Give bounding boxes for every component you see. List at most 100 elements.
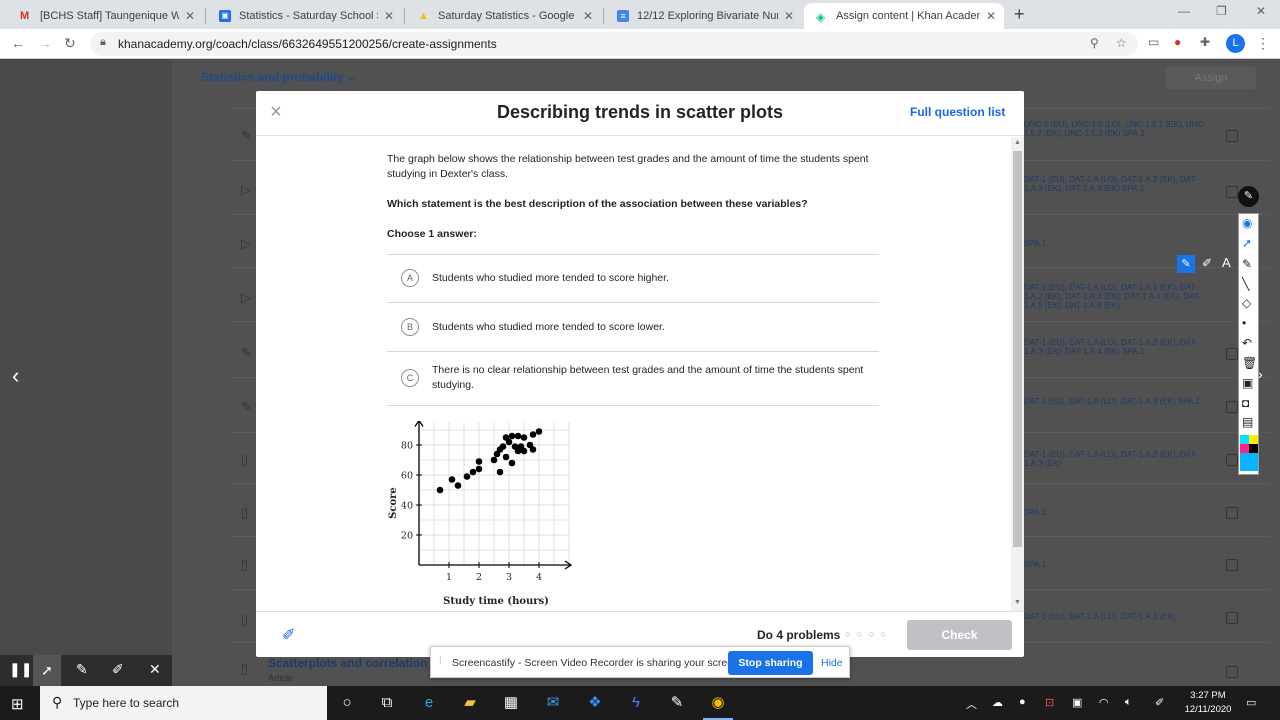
scratchpad-icon[interactable]: ✐ [282,625,295,645]
scroll-down-icon[interactable]: ▼ [1014,599,1021,606]
breadcrumb[interactable]: Statistics and probability ⌄ [201,70,357,84]
marker-icon[interactable]: ✐ [1202,256,1212,270]
onedrive-icon[interactable]: ☁ [992,696,1003,709]
tab-google-drive[interactable]: ▲ Saturday Statistics - Google Drive ✕ [406,3,601,29]
store-icon[interactable]: ▦ [499,692,523,714]
previous-arrow-icon[interactable]: ‹ [12,363,19,389]
tab-google-doc[interactable]: ≡ 12/12 Exploring Bivariate Numer ✕ [605,3,802,29]
tab-close-icon[interactable]: ✕ [784,9,794,23]
pause-icon[interactable]: ❚❚ [9,661,32,678]
scrollbar[interactable]: ▲ ▼ [1011,137,1024,611]
screencastify-icon[interactable]: ● [1174,35,1181,49]
hide-link[interactable]: Hide [821,657,843,669]
camera-icon[interactable]: ◘ [1242,396,1249,410]
text-tool-icon[interactable]: A [1222,255,1231,270]
windows-start-icon[interactable]: ⊞ [11,695,24,713]
row-checkbox[interactable] [1226,612,1238,624]
dot-icon[interactable]: • [1242,316,1246,330]
row-checkbox[interactable] [1226,507,1238,519]
notes-icon[interactable]: ▤ [1242,415,1253,429]
tab-statistics-classroom[interactable]: ▣ Statistics - Saturday School Satu ✕ [207,3,402,29]
pointer-icon[interactable]: ➚ [33,655,61,686]
tab-close-icon[interactable]: ✕ [384,9,394,23]
extensions-puzzle-icon[interactable]: ✚ [1200,35,1210,49]
color-blue[interactable] [1240,453,1258,471]
eye-icon[interactable]: ◉ [1242,216,1252,230]
next-arrow-icon[interactable]: › [1258,366,1263,382]
answer-option-a[interactable]: A Students who studied more tended to sc… [387,269,879,287]
trash-icon[interactable]: 🗑︎ [1242,356,1257,370]
tab-bchs-staff[interactable]: M [BCHS Staff] Taungenique Willian ✕ [8,3,203,29]
pen-workspace-icon[interactable]: ✐ [1155,696,1164,709]
row-checkbox[interactable] [1226,348,1238,360]
dropbox-icon[interactable]: ❖ [583,692,607,714]
scrollbar-thumb[interactable] [1013,151,1022,547]
color-yellow[interactable] [1249,435,1258,444]
record-icon[interactable]: ⊡ [1045,696,1054,709]
mic-icon[interactable]: ● [1019,696,1026,708]
edge-icon[interactable]: e [417,692,441,714]
url-text: khanacademy.org/coach/class/663264955120… [118,37,497,51]
omnibox[interactable]: 🔒︎ khanacademy.org/coach/class/663264955… [90,32,1138,56]
row-checkbox[interactable] [1226,186,1238,198]
undo-icon[interactable]: ↶ [1242,336,1252,350]
color-magenta[interactable] [1240,444,1249,453]
annotate-app-icon[interactable]: ✎ [665,692,689,714]
row-checkbox[interactable] [1226,130,1238,142]
answer-option-b[interactable]: B Students who studied more tended to sc… [387,318,879,336]
tray-chevron-icon[interactable]: ︿ [966,696,977,712]
color-black[interactable] [1249,444,1258,453]
row-checkbox[interactable] [1226,666,1238,678]
tray-app-icon[interactable]: ▣ [1072,696,1082,709]
highlighter-icon[interactable]: ✐ [112,661,124,678]
stop-sharing-button[interactable]: Stop sharing [728,651,813,675]
pen-icon[interactable]: ✎ [76,661,88,678]
taskbar-search[interactable]: ⚲ Type here to search [40,686,327,720]
highlighter-icon[interactable]: ✎ [1177,255,1195,273]
answer-option-c[interactable]: C There is no clear relationship between… [387,363,879,393]
reload-icon[interactable]: ↻ [64,35,76,52]
assign-button[interactable]: Assign [1166,67,1256,89]
tab-close-icon[interactable]: ✕ [583,9,593,23]
zoom-icon[interactable]: ⚲ [1090,36,1099,50]
minimize-icon[interactable]: — [1178,4,1190,18]
row-checkbox[interactable] [1226,559,1238,571]
chrome-icon[interactable]: ◉ [706,692,730,714]
bookmark-star-icon[interactable]: ☆ [1116,36,1127,50]
volume-icon[interactable]: 🔈︎ [1125,696,1132,709]
line-icon[interactable]: ╲ [1242,277,1249,291]
article-title[interactable]: Scatterplots and correlation re [268,656,442,670]
file-explorer-icon[interactable]: ▰ [458,692,482,714]
row-checkbox[interactable] [1226,454,1238,466]
scroll-up-icon[interactable]: ▲ [1014,139,1021,146]
mail-icon[interactable]: ✉ [541,692,565,714]
cortana-icon[interactable]: ○ [335,692,359,714]
notifications-icon[interactable]: ▭ [1246,696,1256,709]
annotation-logo-icon[interactable]: ✎ [1238,186,1259,207]
check-button[interactable]: Check [907,620,1012,650]
tab-close-icon[interactable]: ✕ [986,9,996,23]
forward-icon[interactable]: → [38,35,52,51]
window-close-icon[interactable]: ✕ [1256,4,1266,18]
cursor-icon[interactable]: ➚ [1242,236,1252,250]
full-question-list-link[interactable]: Full question list [910,105,1005,119]
more-menu-icon[interactable]: ⋮ [1256,35,1270,52]
clock[interactable]: 3:27 PM 12/11/2020 [1183,689,1233,717]
screenshot-icon[interactable]: ▣ [1242,376,1253,390]
new-tab-icon[interactable]: + [1014,4,1025,25]
avatar[interactable]: L [1226,34,1245,53]
eraser-icon[interactable]: ◇ [1242,296,1251,310]
tab-close-icon[interactable]: ✕ [185,9,195,23]
task-view-icon[interactable]: ⧉ [375,692,399,714]
restore-icon[interactable]: ❐ [1216,4,1227,18]
pen-icon[interactable]: ✎ [1242,257,1252,271]
back-icon[interactable]: ← [11,35,25,51]
close-icon[interactable]: ✕ [149,661,161,678]
drag-handle-icon[interactable]: ⁞ [439,656,442,667]
app-icon[interactable]: ϟ [624,692,648,714]
row-checkbox[interactable] [1226,401,1238,413]
extension-icon[interactable]: ▭ [1148,35,1159,49]
color-cyan[interactable] [1240,435,1249,444]
tab-khan-academy[interactable]: ◈ Assign content | Khan Academy ✕ [804,3,1004,29]
wifi-icon[interactable]: ◠ [1099,696,1109,709]
